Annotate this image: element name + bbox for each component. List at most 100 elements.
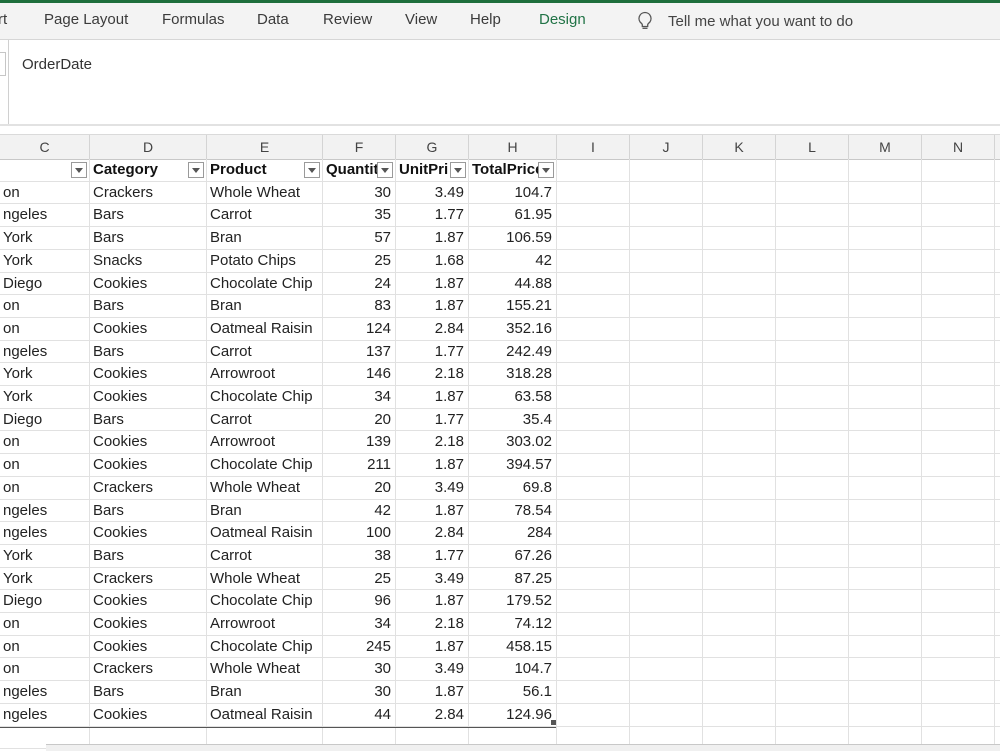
table-cell[interactable]: 137: [323, 341, 395, 363]
table-cell[interactable]: 211: [323, 454, 395, 476]
table-cell[interactable]: on: [0, 182, 89, 204]
table-cell[interactable]: 284: [469, 522, 556, 544]
table-cell[interactable]: Crackers: [90, 568, 206, 590]
table-cell[interactable]: 20: [323, 409, 395, 431]
table-cell[interactable]: Diego: [0, 590, 89, 612]
table-cell[interactable]: Chocolate Chip: [207, 454, 322, 476]
table-cell[interactable]: 24: [323, 273, 395, 295]
table-cell[interactable]: Cookies: [90, 454, 206, 476]
name-box[interactable]: [0, 52, 6, 76]
table-cell[interactable]: Bars: [90, 295, 206, 317]
table-cell[interactable]: 1.87: [396, 636, 468, 658]
column-header-d[interactable]: D: [90, 135, 207, 159]
table-cell[interactable]: 1.87: [396, 386, 468, 408]
table-cell[interactable]: Crackers: [90, 182, 206, 204]
column-header-g[interactable]: G: [396, 135, 469, 159]
table-cell[interactable]: 318.28: [469, 363, 556, 385]
table-header-cell[interactable]: TotalPrice: [469, 159, 539, 181]
tab-view[interactable]: View: [405, 3, 437, 39]
table-cell[interactable]: 394.57: [469, 454, 556, 476]
table-cell[interactable]: Arrowroot: [207, 363, 322, 385]
table-cell[interactable]: 42: [323, 500, 395, 522]
table-cell[interactable]: 1.77: [396, 341, 468, 363]
table-header-cell[interactable]: UnitPri: [396, 159, 451, 181]
table-cell[interactable]: Cookies: [90, 636, 206, 658]
table-cell[interactable]: 30: [323, 182, 395, 204]
table-cell[interactable]: Chocolate Chip: [207, 386, 322, 408]
table-cell[interactable]: 2.18: [396, 363, 468, 385]
table-cell[interactable]: Bran: [207, 295, 322, 317]
table-cell[interactable]: 2.18: [396, 431, 468, 453]
table-cell[interactable]: Cookies: [90, 522, 206, 544]
table-cell[interactable]: York: [0, 386, 89, 408]
table-resize-handle[interactable]: [551, 720, 556, 725]
table-cell[interactable]: 30: [323, 658, 395, 680]
table-cell[interactable]: Whole Wheat: [207, 477, 322, 499]
tab-help[interactable]: Help: [470, 3, 501, 39]
table-cell[interactable]: Crackers: [90, 477, 206, 499]
table-cell[interactable]: 1.77: [396, 409, 468, 431]
table-cell[interactable]: Cookies: [90, 273, 206, 295]
table-cell[interactable]: ngeles: [0, 204, 89, 226]
table-cell[interactable]: Cookies: [90, 613, 206, 635]
table-cell[interactable]: 179.52: [469, 590, 556, 612]
table-cell[interactable]: Snacks: [90, 250, 206, 272]
table-cell[interactable]: Carrot: [207, 409, 322, 431]
column-header-k[interactable]: K: [703, 135, 776, 159]
table-cell[interactable]: 1.87: [396, 681, 468, 703]
table-cell[interactable]: Cookies: [90, 386, 206, 408]
column-header-m[interactable]: M: [849, 135, 922, 159]
table-cell[interactable]: 2.18: [396, 613, 468, 635]
column-header-n[interactable]: N: [922, 135, 995, 159]
table-cell[interactable]: 83: [323, 295, 395, 317]
tell-me-box[interactable]: Tell me what you want to do: [636, 3, 853, 39]
table-cell[interactable]: 30: [323, 681, 395, 703]
table-cell[interactable]: ngeles: [0, 341, 89, 363]
table-cell[interactable]: on: [0, 318, 89, 340]
table-cell[interactable]: 34: [323, 613, 395, 635]
table-cell[interactable]: Chocolate Chip: [207, 590, 322, 612]
table-cell[interactable]: 74.12: [469, 613, 556, 635]
table-cell[interactable]: 61.95: [469, 204, 556, 226]
table-cell[interactable]: Oatmeal Raisin: [207, 704, 322, 726]
tab-review[interactable]: Review: [323, 3, 372, 39]
table-cell[interactable]: 146: [323, 363, 395, 385]
table-cell[interactable]: Oatmeal Raisin: [207, 318, 322, 340]
table-cell[interactable]: 106.59: [469, 227, 556, 249]
table-cell[interactable]: 25: [323, 250, 395, 272]
table-cell[interactable]: 3.49: [396, 568, 468, 590]
table-cell[interactable]: ngeles: [0, 522, 89, 544]
table-cell[interactable]: 2.84: [396, 318, 468, 340]
table-cell[interactable]: 3.49: [396, 182, 468, 204]
table-cell[interactable]: Crackers: [90, 658, 206, 680]
column-header-j[interactable]: J: [630, 135, 703, 159]
table-cell[interactable]: Bran: [207, 227, 322, 249]
table-cell[interactable]: Bars: [90, 341, 206, 363]
table-cell[interactable]: York: [0, 363, 89, 385]
table-cell[interactable]: Carrot: [207, 204, 322, 226]
table-cell[interactable]: 352.16: [469, 318, 556, 340]
table-cell[interactable]: Oatmeal Raisin: [207, 522, 322, 544]
column-header-l[interactable]: L: [776, 135, 849, 159]
table-cell[interactable]: Bars: [90, 681, 206, 703]
table-cell[interactable]: 35.4: [469, 409, 556, 431]
table-cell[interactable]: on: [0, 295, 89, 317]
table-cell[interactable]: on: [0, 454, 89, 476]
table-cell[interactable]: 124.96: [469, 704, 556, 726]
table-cell[interactable]: on: [0, 477, 89, 499]
table-cell[interactable]: York: [0, 568, 89, 590]
tab-page-layout[interactable]: Page Layout: [44, 3, 128, 39]
worksheet-grid[interactable]: Category Product Quantit UnitPri TotalPrice o…: [0, 159, 1000, 750]
table-cell[interactable]: 242.49: [469, 341, 556, 363]
table-cell[interactable]: ngeles: [0, 681, 89, 703]
table-cell[interactable]: Cookies: [90, 431, 206, 453]
table-cell[interactable]: 20: [323, 477, 395, 499]
column-header-c[interactable]: C: [0, 135, 90, 159]
column-header-f[interactable]: F: [323, 135, 396, 159]
filter-dropdown-icon[interactable]: [377, 162, 393, 178]
table-header-cell[interactable]: [0, 159, 72, 181]
table-header-cell[interactable]: Quantit: [323, 159, 378, 181]
table-cell[interactable]: 458.15: [469, 636, 556, 658]
table-header-cell[interactable]: Category: [90, 159, 189, 181]
table-cell[interactable]: 139: [323, 431, 395, 453]
